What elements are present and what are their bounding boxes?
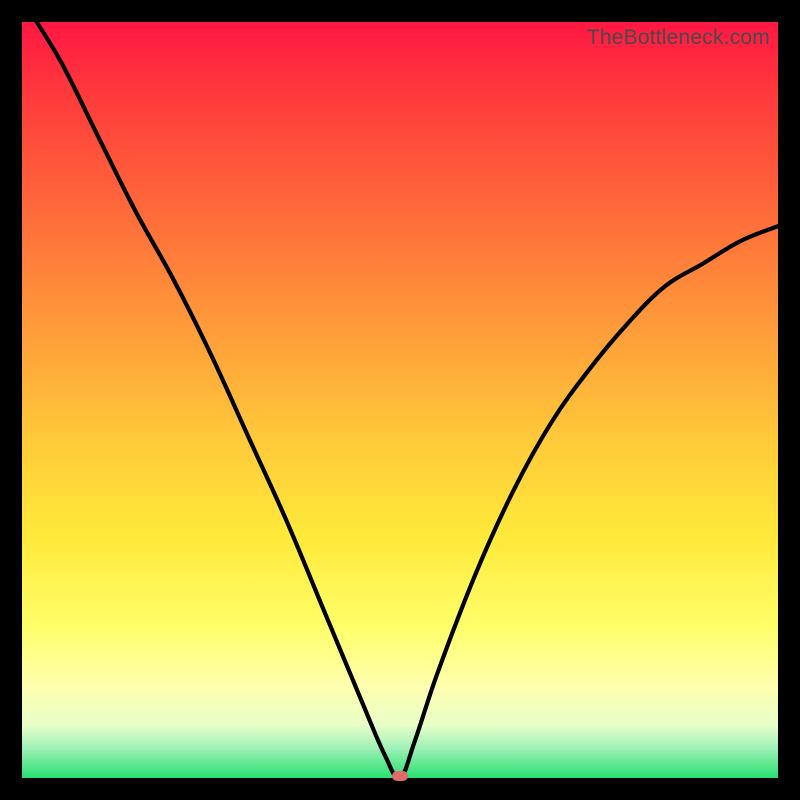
minimum-marker bbox=[392, 771, 408, 781]
bottleneck-curve bbox=[22, 22, 778, 778]
chart-frame: TheBottleneck.com bbox=[0, 0, 800, 800]
plot-area: TheBottleneck.com bbox=[22, 22, 778, 778]
